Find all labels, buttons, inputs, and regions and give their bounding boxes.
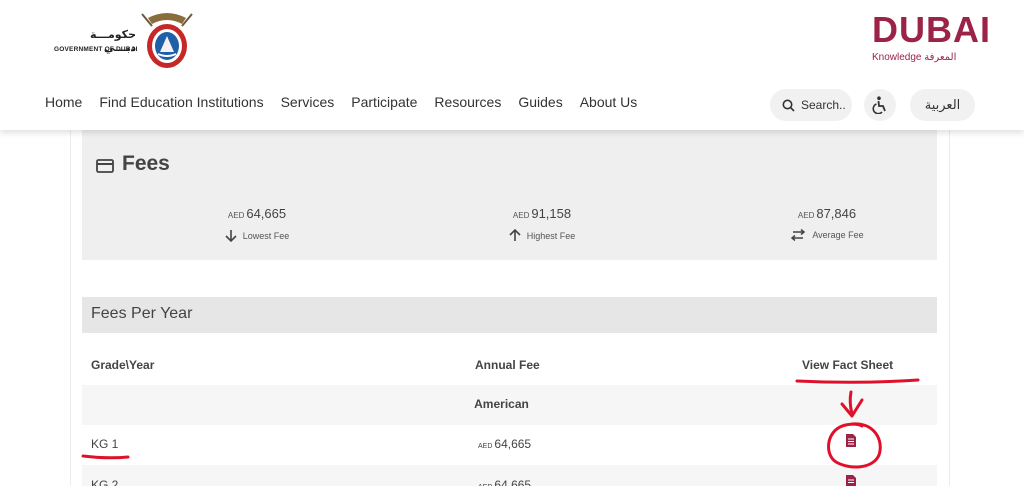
document-icon[interactable]	[845, 474, 857, 486]
nav-guides[interactable]: Guides	[518, 94, 562, 110]
nav-resources[interactable]: Resources	[434, 94, 501, 110]
site-header: حكومـــة دبـــي GOVERNMENT OF DUBAI DUBA…	[0, 0, 1024, 130]
arrow-down-icon	[225, 230, 237, 242]
lowest-fee-label: Lowest Fee	[242, 230, 290, 241]
arrow-up-icon	[509, 229, 521, 241]
annual-fee-value: 64,665	[494, 437, 532, 451]
gov-logo-english-text: GOVERNMENT OF DUBAI	[54, 46, 138, 53]
currency-label: AED	[512, 211, 530, 220]
annual-fee-cell: AED64,665	[478, 478, 531, 486]
credit-card-icon	[96, 159, 114, 173]
dk-logo-subtitle: Knowledge المعرفة	[872, 52, 957, 63]
grade-cell: KG 1	[91, 437, 119, 451]
nav-find-education-institutions[interactable]: Find Education Institutions	[99, 94, 263, 110]
column-header-annual-fee: Annual Fee	[475, 358, 540, 372]
accessibility-button[interactable]	[864, 89, 896, 121]
nav-home[interactable]: Home	[45, 94, 82, 110]
highest-fee-amount: 91,158	[531, 206, 572, 221]
currency-label: AED	[227, 211, 245, 220]
column-header-grade: Grade\Year	[91, 358, 155, 372]
dk-logo-word: DUBAI	[872, 9, 991, 50]
fees-per-year-header: Fees Per Year	[82, 297, 937, 333]
language-switch-button[interactable]: العربية	[910, 89, 975, 121]
fees-title: Fees	[122, 152, 170, 175]
currency-label: AED	[797, 211, 815, 220]
main-nav: Home Find Education Institutions Service…	[45, 94, 654, 110]
highest-fee-label: Highest Fee	[526, 230, 576, 241]
fees-per-year-title: Fees Per Year	[91, 305, 193, 322]
column-header-view-fact-sheet: View Fact Sheet	[802, 358, 894, 372]
government-of-dubai-logo[interactable]: حكومـــة دبـــي GOVERNMENT OF DUBAI	[50, 10, 200, 72]
highest-fee: AED 91,158 Highest Fee	[442, 206, 642, 242]
annual-fee-value: 64,665	[494, 478, 532, 486]
fees-summary-panel: Fees AED 64,665 Lowest Fee AED 91,158 High…	[82, 128, 937, 260]
search-button[interactable]: Search..	[770, 89, 852, 121]
currency-label: AED	[478, 443, 493, 450]
grade-cell: KG 2	[91, 478, 119, 486]
nav-services[interactable]: Services	[281, 94, 335, 110]
lowest-fee-amount: 64,665	[246, 206, 287, 221]
average-fee: AED 87,846 Average Fee	[727, 206, 927, 241]
document-icon[interactable]	[845, 433, 857, 448]
swap-arrows-icon	[791, 229, 806, 241]
annual-fee-cell: AED64,665	[478, 437, 531, 451]
dubai-emblem-icon	[141, 13, 193, 68]
nav-about-us[interactable]: About Us	[580, 94, 638, 110]
search-label: Search..	[801, 98, 846, 112]
lowest-fee: AED 64,665 Lowest Fee	[157, 206, 357, 242]
dubai-knowledge-logo[interactable]: DUBAI Knowledge المعرفة	[866, 12, 990, 68]
nav-participate[interactable]: Participate	[351, 94, 417, 110]
fees-per-year-card: Fees Per Year Grade\Year Annual Fee View…	[82, 287, 937, 486]
average-fee-label: Average Fee	[812, 230, 864, 240]
average-fee-amount: 87,846	[816, 206, 857, 221]
group-label-american: American	[474, 397, 529, 411]
search-icon	[782, 99, 795, 112]
accessibility-icon	[872, 96, 886, 114]
